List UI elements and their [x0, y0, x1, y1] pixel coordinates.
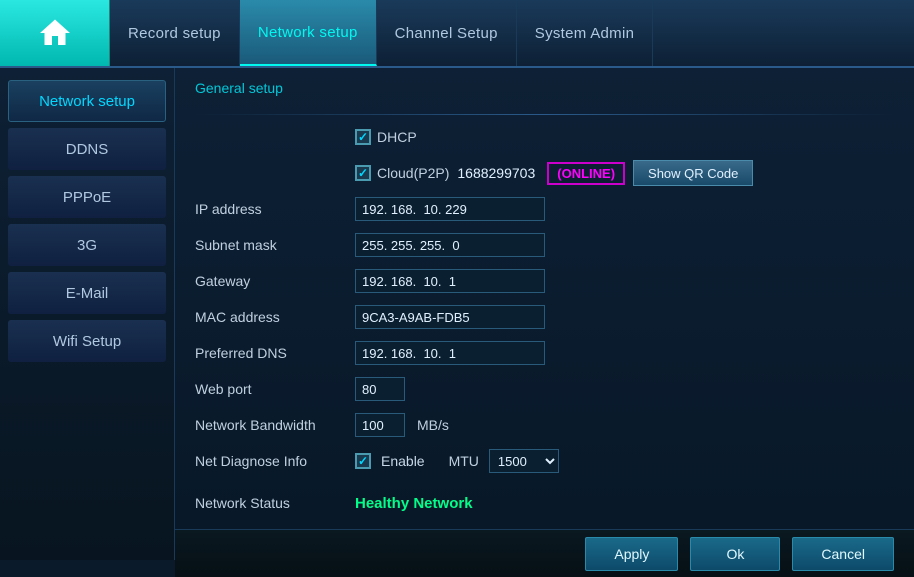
netstatus-row: Network Status Healthy Network — [195, 489, 894, 517]
divider — [195, 114, 894, 115]
enable-label: Enable — [381, 453, 425, 469]
cancel-button[interactable]: Cancel — [792, 537, 894, 571]
ok-button[interactable]: Ok — [690, 537, 780, 571]
cloud-label: Cloud(P2P) — [377, 165, 449, 181]
top-navigation: Record setup Network setup Channel Setup… — [0, 0, 914, 68]
enable-checkbox[interactable] — [355, 453, 371, 469]
sidebar-item-network-setup[interactable]: Network setup — [8, 80, 166, 122]
netstatus-value: Healthy Network — [355, 495, 473, 512]
gateway-label: Gateway — [195, 273, 355, 289]
dhcp-checkbox-row: DHCP — [355, 129, 417, 145]
mac-row: MAC address — [195, 303, 894, 331]
record-setup-tab[interactable]: Record setup — [110, 0, 240, 66]
sidebar-item-ddns[interactable]: DDNS — [8, 128, 166, 170]
sidebar-item-pppoe[interactable]: PPPoE — [8, 176, 166, 218]
mtu-label: MTU — [449, 453, 479, 469]
cloud-id: 1688299703 — [457, 165, 535, 181]
action-bar: Apply Ok Cancel — [175, 529, 914, 577]
gateway-input[interactable] — [355, 269, 545, 293]
subnet-input[interactable] — [355, 233, 545, 257]
mac-label: MAC address — [195, 309, 355, 325]
content-area: General setup DHCP — [175, 68, 914, 529]
ip-label: IP address — [195, 201, 355, 217]
bandwidth-label: Network Bandwidth — [195, 417, 355, 433]
bandwidth-unit: MB/s — [417, 417, 449, 433]
enable-row: Enable MTU 1500 1400 1300 — [355, 449, 559, 473]
section-title: General setup — [195, 80, 894, 100]
bandwidth-row: Network Bandwidth MB/s — [195, 411, 894, 439]
webport-input[interactable] — [355, 377, 405, 401]
netdiag-label: Net Diagnose Info — [195, 453, 355, 469]
show-qr-button[interactable]: Show QR Code — [633, 160, 753, 186]
sidebar-item-3g[interactable]: 3G — [8, 224, 166, 266]
webport-label: Web port — [195, 381, 355, 397]
cloud-row: Cloud(P2P) 1688299703 (ONLINE) Show QR C… — [195, 159, 894, 187]
mac-input[interactable] — [355, 305, 545, 329]
dhcp-row: DHCP — [195, 123, 894, 151]
subnet-row: Subnet mask — [195, 231, 894, 259]
main-layout: Network setup DDNS PPPoE 3G E-Mail Wifi … — [0, 68, 914, 560]
dhcp-label: DHCP — [377, 129, 417, 145]
dhcp-checkbox[interactable] — [355, 129, 371, 145]
netstatus-label: Network Status — [195, 495, 355, 511]
channel-setup-tab[interactable]: Channel Setup — [377, 0, 517, 66]
dns-row: Preferred DNS — [195, 339, 894, 367]
system-admin-tab[interactable]: System Admin — [517, 0, 653, 66]
sidebar: Network setup DDNS PPPoE 3G E-Mail Wifi … — [0, 68, 175, 560]
home-tab[interactable] — [0, 0, 110, 66]
cloud-checkbox[interactable] — [355, 165, 371, 181]
bandwidth-input[interactable] — [355, 413, 405, 437]
sidebar-item-email[interactable]: E-Mail — [8, 272, 166, 314]
sidebar-item-wifi[interactable]: Wifi Setup — [8, 320, 166, 362]
cloud-checkbox-row: Cloud(P2P) — [355, 165, 449, 181]
ip-row: IP address — [195, 195, 894, 223]
apply-button[interactable]: Apply — [585, 537, 678, 571]
online-badge: (ONLINE) — [547, 162, 625, 185]
dns-label: Preferred DNS — [195, 345, 355, 361]
mtu-select[interactable]: 1500 1400 1300 — [489, 449, 559, 473]
ip-input[interactable] — [355, 197, 545, 221]
dns-input[interactable] — [355, 341, 545, 365]
gateway-row: Gateway — [195, 267, 894, 295]
subnet-label: Subnet mask — [195, 237, 355, 253]
webport-row: Web port — [195, 375, 894, 403]
netdiag-row: Net Diagnose Info Enable MTU 1500 1400 1… — [195, 447, 894, 475]
form-grid: DHCP Cloud(P2P) 1688299703 (ONLINE) — [195, 123, 894, 517]
network-setup-tab[interactable]: Network setup — [240, 0, 377, 66]
